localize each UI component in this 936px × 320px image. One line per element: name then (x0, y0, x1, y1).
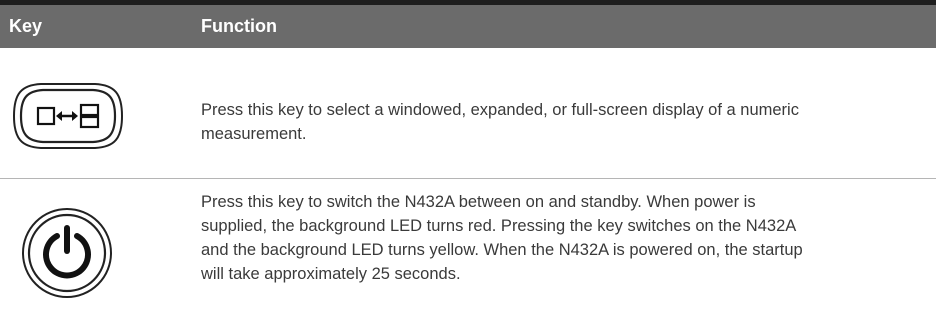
function-column-header: Function (201, 16, 277, 36)
row-function-text: Press this key to select a windowed, exp… (201, 101, 799, 143)
window-toggle-icon (12, 83, 124, 149)
table-header: Key Function (0, 5, 936, 48)
table-row: Press this key to select a windowed, exp… (0, 48, 936, 178)
table-row: Press this key to switch the N432A betwe… (0, 179, 936, 320)
key-column-header: Key (9, 16, 43, 36)
power-icon (22, 208, 112, 298)
row-function-text: Press this key to switch the N432A betwe… (201, 193, 803, 283)
